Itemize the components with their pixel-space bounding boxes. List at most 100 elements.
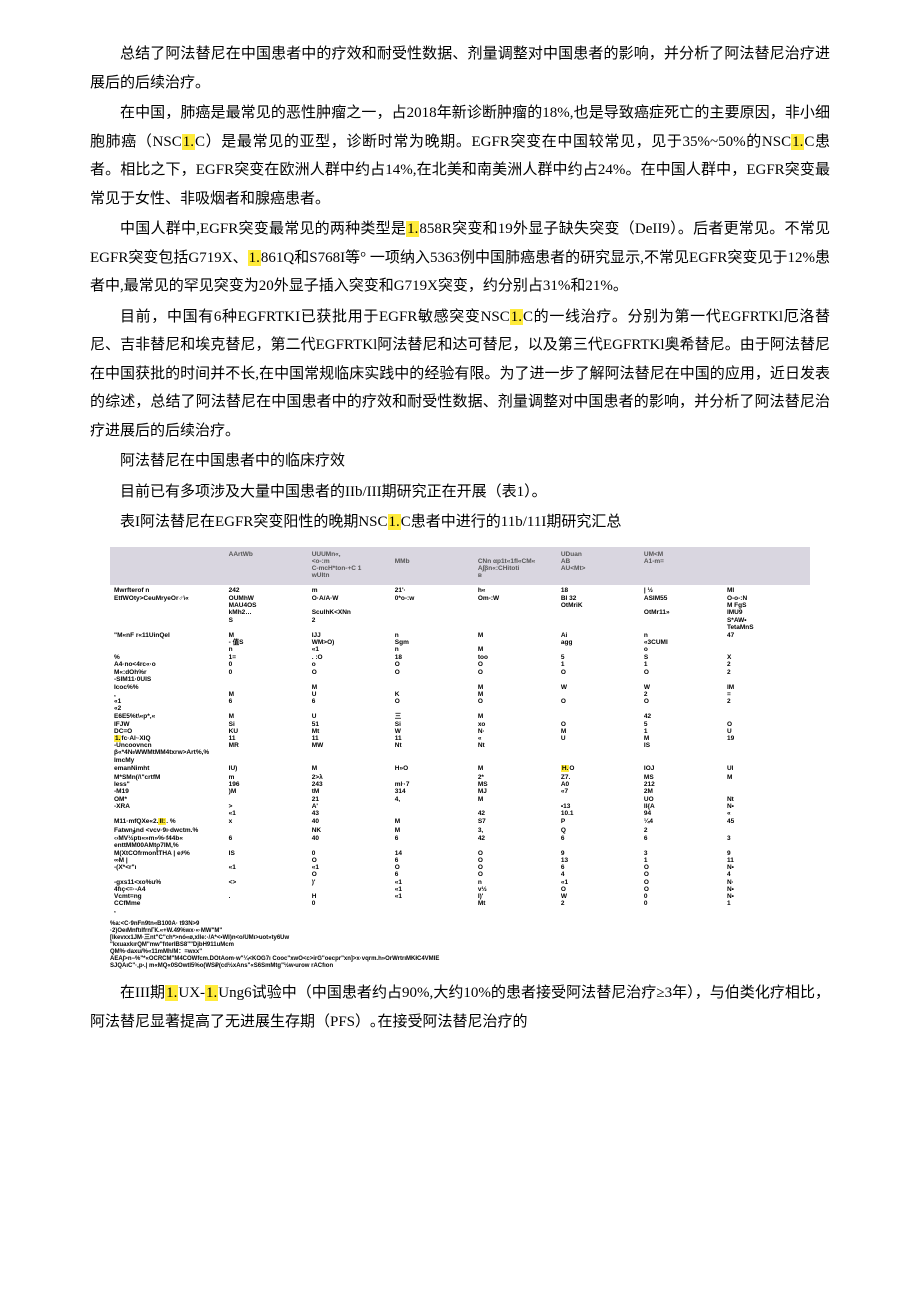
table-row: Fatwnۈnd <vcv·9ı·dwctm.%NKM3,Q2 <box>112 827 808 834</box>
table-cell: 4, <box>393 796 476 817</box>
table-cell: W 2 O <box>642 684 725 713</box>
table-cell: 1= 0 0 <box>227 654 310 683</box>
table-cell: 47 <box>725 632 808 653</box>
table-cell: OUMhW MAU4OS kMh2… S <box>227 595 310 631</box>
table-cell: IU) <box>227 765 310 772</box>
highlight: 1. <box>791 134 804 150</box>
table-cell <box>725 827 808 834</box>
table-row: ‹›MV½ptı«»m»%·f44b« enttMM00AMto7IM,%640… <box>112 835 808 849</box>
text: 在III期 <box>120 985 165 1001</box>
table-header-cell: MMb <box>393 551 476 580</box>
table-cell: M Si KU 11 MR <box>227 713 310 756</box>
table-cell: U 51 Mt 11 MW <box>310 713 393 756</box>
table-cell: BI 32 OtMriK <box>559 595 642 631</box>
table-cell: n «3CUMI o <box>642 632 725 653</box>
table-cell <box>559 757 642 764</box>
table-cell: M - 值S n <box>227 632 310 653</box>
table-cell: Nt N• « <box>725 796 808 817</box>
text: UX- <box>178 985 205 1001</box>
table-cell: M M <box>476 632 559 653</box>
table-row: OM* -XRA > «121 A' 434,M 42 •13 10.1UO I… <box>112 796 808 817</box>
footnote-line: AEA∫>n−%"*«OCRCM"M4COWfcm.DOtAom·w"¼<KOG… <box>110 956 810 963</box>
table-row: % A4·no<4rc«·o M«:dOh%r -SIM11·0UIS1= 0 … <box>112 654 808 683</box>
table-cell: H»O <box>393 765 476 772</box>
highlight: 1. <box>165 985 178 1001</box>
table-cell: O-o-:N M FgS IMU9 S*AW• TetaMnS <box>725 595 808 631</box>
table-cell: "M«nF r«11UinQeI <box>112 632 227 653</box>
table-footnotes: %a:<C·9nFn9tn«B100A· t93N>9·2)OeıMnftıIf… <box>110 921 810 969</box>
table-cell: h« <box>476 587 559 594</box>
table-cell: P <box>559 818 642 825</box>
highlight: 1. <box>182 134 195 150</box>
table-header-cell: CNn αp1t«1fI«CM« A∫βn«:CHitoti в <box>476 551 559 580</box>
table-row: EtfWOty>CeuMryeOr♂\«OUMhW MAU4OS kMh2… S… <box>112 595 808 631</box>
table-cell: mŀ·7 314 <box>393 774 476 795</box>
table-cell: 6 <box>559 835 642 849</box>
table-cell: 6 <box>227 835 310 849</box>
text: 目前，中国有6种EGFRTKI已获批用于EGFR敏感突变NSC <box>120 309 510 325</box>
table-cell: % A4·no<4rc«·o M«:dOh%r -SIM11·0UIS <box>112 654 227 683</box>
table-cell: 14 6 O 6 «1 «1 «1 <box>393 850 476 914</box>
table-cell: IJJ WM>O) «1 <box>310 632 393 653</box>
paragraph-8: 在III期1.UX-1.Ung6试验中（中国患者约占90%,大约10%的患者接受… <box>90 979 830 1036</box>
footnote-line: ·2)OeıMnftıIfrnГК.«+W.49%wx·«·MW"M" <box>110 928 810 935</box>
table-cell: Om-:W <box>476 595 559 631</box>
table-row: E6E5%t\«p*,« IFJW DC=O 1.fc·Aŀ·XIQ -Unco… <box>112 713 808 756</box>
table-cell: 2 <box>642 827 725 834</box>
table-cell: 三 Si W 11 Nt <box>393 713 476 756</box>
table-cell: M 42 <box>476 796 559 817</box>
footnote-line: QM%·daxu/%«11mMh/M：=wxx" <box>110 949 810 956</box>
table-cell: M <box>476 765 559 772</box>
table-cell: M(XtCOfrmon۠۠tTHA | e۶% ∞M | -(X*<r"ı -g… <box>112 850 227 914</box>
table-cell: IOJ <box>642 765 725 772</box>
table-cell: 3, <box>476 827 559 834</box>
table-cell: 18 <box>559 587 642 594</box>
table-cell: 0 O «1 O )' H 0 <box>310 850 393 914</box>
table-cell: > «1 <box>227 796 310 817</box>
table-cell: IM = 2 <box>725 684 808 713</box>
table-cell: EtfWOty>CeuMryeOr♂\« <box>112 595 227 631</box>
document-page: 总结了阿法替尼在中国患者中的疗效和耐受性数据、剂量调整对中国患者的影响，并分析了… <box>0 0 920 1098</box>
table-cell: Ai agg <box>559 632 642 653</box>
paragraph-4: 目前，中国有6种EGFRTKI已获批用于EGFR敏感突变NSC1.C的一线治疗。… <box>90 303 830 446</box>
table-cell: . :O o O <box>310 654 393 683</box>
text: 表I阿法替尼在EGFR突变阳性的晚期NSC <box>120 514 388 530</box>
table-cell: X 2 2 <box>725 654 808 683</box>
table-cell: ImcMy <box>112 757 227 764</box>
table-cell: x <box>227 818 310 825</box>
highlight: 1. <box>248 250 261 266</box>
table-cell: 40 <box>310 835 393 849</box>
table-cell <box>227 827 310 834</box>
table-header-cell <box>112 551 227 580</box>
highlight: 1. <box>510 309 523 325</box>
table-cell: M M O <box>476 684 559 713</box>
footnote-line: "kxuaxkırQM"mw"fıterIBS8""DjbH911uMcm <box>110 942 810 949</box>
table-caption: 表I阿法替尼在EGFR突变阳性的晚期NSC1.C患者中进行的11b/11I期研究… <box>90 508 830 537</box>
highlight: 1. <box>205 985 218 1001</box>
table-cell: O O O O n v½ I)' Mt <box>476 850 559 914</box>
table-cell: 9 13 6 4 «1 O W 2 <box>559 850 642 914</box>
table-cell: E6E5%t\«p*,« IFJW DC=O 1.fc·Aŀ·XIQ -Unco… <box>112 713 227 756</box>
table-body: Mwrfterof n242m21'·h«18| ½MIEtfWOty>CeuM… <box>110 585 810 917</box>
table-row: Icoc%% , «1 «2 M 6M U 6 K OM M OW OW 2 O… <box>112 684 808 713</box>
footnote-line: %a:<C·9nFn9tn«B100A· t93N>9 <box>110 921 810 928</box>
table-cell: ASIM55 OtMr11» <box>642 595 725 631</box>
table-cell: •13 10.1 <box>559 796 642 817</box>
table-cell: Mwrfterof n <box>112 587 227 594</box>
table-cell <box>227 757 310 764</box>
table-cell: M U 6 <box>310 684 393 713</box>
table-cell: W O <box>559 684 642 713</box>
table-row: ImcMy <box>112 757 808 764</box>
table-cell: 5 1 O <box>559 654 642 683</box>
table-row: "M«nF r«11UinQeIM - 值S nIJJ WM>O) «1n Sg… <box>112 632 808 653</box>
highlight: 1. <box>406 221 419 237</box>
table-cell: M xo N· « Nt <box>476 713 559 756</box>
table-cell: 21'· <box>393 587 476 594</box>
table-cell: 2>λ 243 tM <box>310 774 393 795</box>
paragraph-1: 总结了阿法替尼在中国患者中的疗效和耐受性数据、剂量调整对中国患者的影响，并分析了… <box>90 40 830 97</box>
table-cell: M <box>393 827 476 834</box>
table-cell: OM* -XRA <box>112 796 227 817</box>
table-cell: H.O <box>559 765 642 772</box>
table-cell: IS «1 <> . <box>227 850 310 914</box>
table-cell: m 196 )M <box>227 774 310 795</box>
